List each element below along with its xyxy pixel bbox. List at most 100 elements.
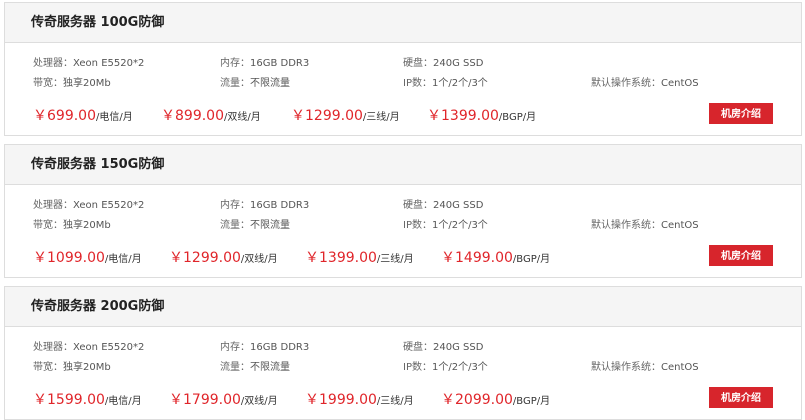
server-card: 传奇服务器 150G防御 处理器：Xeon E5520*2 内存：16GB DD… <box>4 144 802 278</box>
price-dual-line: ￥1799.00/双线/月 <box>169 390 278 411</box>
spec-value: 不限流量 <box>250 78 290 89</box>
spec-label: IP数： <box>403 220 432 231</box>
spec-value: 16GB DDR3 <box>250 58 310 69</box>
price-unit: /双线/月 <box>224 112 261 123</box>
price-unit: /电信/月 <box>96 112 133 123</box>
card-title: 传奇服务器 150G防御 <box>5 145 801 185</box>
price-unit: /三线/月 <box>362 112 400 123</box>
spec-value: CentOS <box>661 78 699 89</box>
price-amount: ￥1399.00 <box>427 108 499 124</box>
spec-bandwidth: 带宽：独享20Mb <box>33 220 111 232</box>
spec-label: 流量： <box>220 78 250 89</box>
spec-traffic: 流量：不限流量 <box>220 220 290 232</box>
spec-value: 16GB DDR3 <box>250 200 310 211</box>
price-amount: ￥2099.00 <box>441 392 513 408</box>
price-amount: ￥1299.00 <box>291 108 363 124</box>
price-unit: /BGP/月 <box>512 396 551 407</box>
card-title: 传奇服务器 200G防御 <box>5 287 801 327</box>
price-amount: ￥1799.00 <box>169 392 241 408</box>
price-unit: /BGP/月 <box>512 254 551 265</box>
price-telecom: ￥699.00/电信/月 <box>33 106 133 127</box>
spec-os: 默认操作系统：CentOS <box>591 220 699 232</box>
spec-label: 流量： <box>220 362 250 373</box>
price-unit: /三线/月 <box>376 396 414 407</box>
spec-ip: IP数：1个/2个/3个 <box>403 78 488 90</box>
price-amount: ￥1999.00 <box>305 392 377 408</box>
spec-value: CentOS <box>661 220 699 231</box>
spec-label: 处理器： <box>33 200 73 211</box>
spec-value: 1个/2个/3个 <box>431 78 488 89</box>
spec-label: IP数： <box>403 362 432 373</box>
price-bgp: ￥1499.00/BGP/月 <box>441 248 550 269</box>
spec-label: 带宽： <box>33 362 63 373</box>
price-amount: ￥1599.00 <box>33 392 105 408</box>
spec-cpu: 处理器：Xeon E5520*2 <box>33 342 144 354</box>
spec-value: 独享20Mb <box>63 362 111 373</box>
spec-disk: 硬盘：240G SSD <box>403 200 483 212</box>
price-amount: ￥699.00 <box>33 108 96 124</box>
price-triple-line: ￥1299.00/三线/月 <box>291 106 400 127</box>
spec-label: 默认操作系统： <box>591 220 661 231</box>
spec-label: 硬盘： <box>403 342 433 353</box>
server-card: 传奇服务器 200G防御 处理器：Xeon E5520*2 内存：16GB DD… <box>4 286 802 420</box>
spec-traffic: 流量：不限流量 <box>220 362 290 374</box>
price-amount: ￥1099.00 <box>33 250 105 266</box>
spec-traffic: 流量：不限流量 <box>220 78 290 90</box>
spec-label: 处理器： <box>33 342 73 353</box>
datacenter-intro-button[interactable]: 机房介绍 <box>709 245 773 266</box>
card-body: 处理器：Xeon E5520*2 内存：16GB DDR3 硬盘：240G SS… <box>5 43 801 135</box>
price-amount: ￥1399.00 <box>305 250 377 266</box>
spec-value: Xeon E5520*2 <box>73 200 145 211</box>
spec-label: 处理器： <box>33 58 73 69</box>
spec-value: 1个/2个/3个 <box>431 220 488 231</box>
spec-value: Xeon E5520*2 <box>73 58 145 69</box>
price-unit: /三线/月 <box>376 254 414 265</box>
price-triple-line: ￥1999.00/三线/月 <box>305 390 414 411</box>
price-telecom: ￥1599.00/电信/月 <box>33 390 142 411</box>
spec-value: CentOS <box>661 362 699 373</box>
spec-ram: 内存：16GB DDR3 <box>220 200 309 212</box>
spec-label: 带宽： <box>33 220 63 231</box>
spec-os: 默认操作系统：CentOS <box>591 78 699 90</box>
spec-label: 内存： <box>220 58 250 69</box>
spec-value: 不限流量 <box>250 362 290 373</box>
price-dual-line: ￥1299.00/双线/月 <box>169 248 278 269</box>
spec-os: 默认操作系统：CentOS <box>591 362 699 374</box>
price-bgp: ￥1399.00/BGP/月 <box>427 106 536 127</box>
spec-ip: IP数：1个/2个/3个 <box>403 362 488 374</box>
spec-value: 不限流量 <box>250 220 290 231</box>
spec-label: 内存： <box>220 342 250 353</box>
spec-value: 独享20Mb <box>63 78 111 89</box>
spec-label: IP数： <box>403 78 432 89</box>
spec-ram: 内存：16GB DDR3 <box>220 342 309 354</box>
spec-label: 流量： <box>220 220 250 231</box>
price-triple-line: ￥1399.00/三线/月 <box>305 248 414 269</box>
server-card: 传奇服务器 100G防御 处理器：Xeon E5520*2 内存：16GB DD… <box>4 2 802 136</box>
spec-value: Xeon E5520*2 <box>73 342 145 353</box>
card-body: 处理器：Xeon E5520*2 内存：16GB DDR3 硬盘：240G SS… <box>5 327 801 419</box>
spec-cpu: 处理器：Xeon E5520*2 <box>33 200 144 212</box>
datacenter-intro-button[interactable]: 机房介绍 <box>709 103 773 124</box>
spec-label: 硬盘： <box>403 58 433 69</box>
price-bgp: ￥2099.00/BGP/月 <box>441 390 550 411</box>
price-unit: /电信/月 <box>104 396 142 407</box>
spec-cpu: 处理器：Xeon E5520*2 <box>33 58 144 70</box>
spec-label: 默认操作系统： <box>591 362 661 373</box>
price-dual-line: ￥899.00/双线/月 <box>161 106 261 127</box>
spec-label: 内存： <box>220 200 250 211</box>
price-unit: /BGP/月 <box>498 112 537 123</box>
spec-label: 硬盘： <box>403 200 433 211</box>
spec-ip: IP数：1个/2个/3个 <box>403 220 488 232</box>
spec-value: 独享20Mb <box>63 220 111 231</box>
spec-label: 默认操作系统： <box>591 78 661 89</box>
spec-value: 240G SSD <box>433 342 484 353</box>
spec-bandwidth: 带宽：独享20Mb <box>33 362 111 374</box>
price-unit: /双线/月 <box>240 254 278 265</box>
card-body: 处理器：Xeon E5520*2 内存：16GB DDR3 硬盘：240G SS… <box>5 185 801 277</box>
card-title: 传奇服务器 100G防御 <box>5 3 801 43</box>
datacenter-intro-button[interactable]: 机房介绍 <box>709 387 773 408</box>
spec-disk: 硬盘：240G SSD <box>403 342 483 354</box>
price-telecom: ￥1099.00/电信/月 <box>33 248 142 269</box>
spec-bandwidth: 带宽：独享20Mb <box>33 78 111 90</box>
spec-value: 1个/2个/3个 <box>431 362 488 373</box>
